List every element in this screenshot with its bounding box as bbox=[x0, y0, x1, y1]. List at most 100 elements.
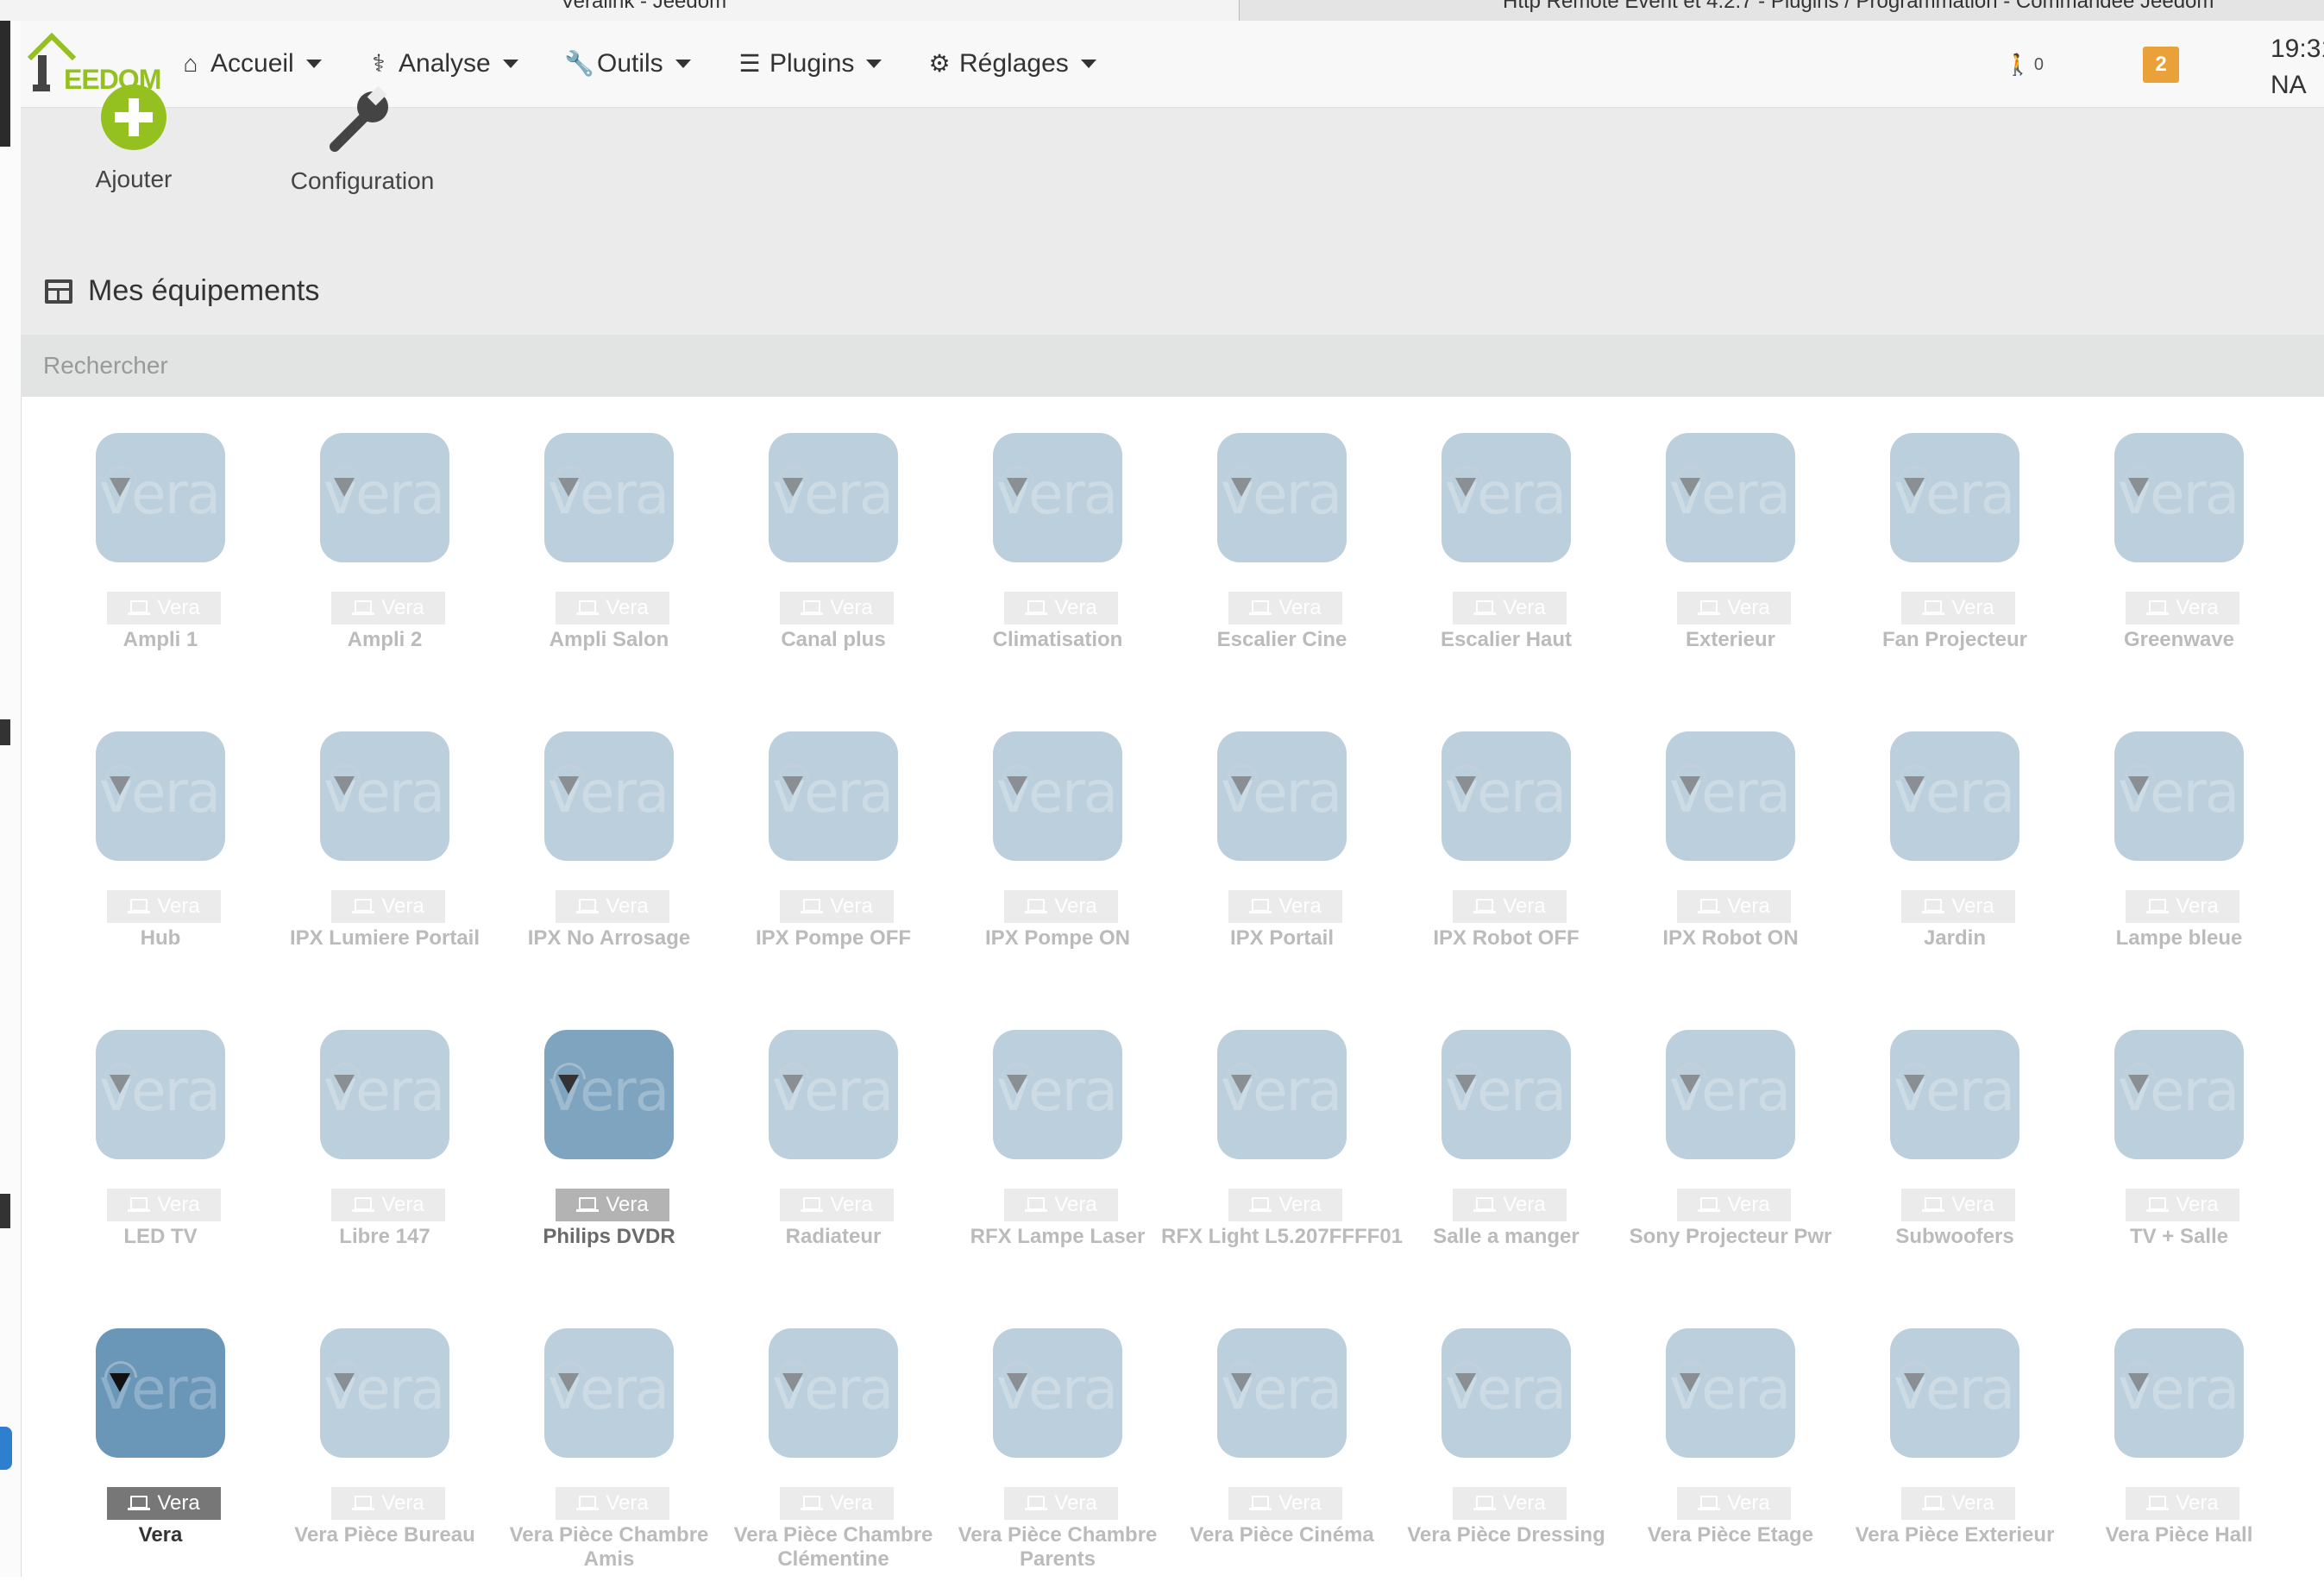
equipment-card[interactable]: vera Vera TV + Salle bbox=[2053, 1011, 2269, 1296]
laptop-icon bbox=[1473, 600, 1497, 616]
equipment-card[interactable]: vera Vera Ampli 2 bbox=[259, 414, 474, 699]
equipment-card[interactable]: vera Vera IPX Pompe OFF bbox=[707, 712, 923, 997]
equipment-card[interactable]: vera Vera IPX Portail bbox=[1156, 712, 1372, 997]
plugin-tag: Vera bbox=[107, 890, 221, 923]
equipment-card[interactable]: vera Vera Subwoofers bbox=[1829, 1011, 2044, 1296]
equipment-card[interactable]: vera Vera IPX Pompe ON bbox=[932, 712, 1147, 997]
equipment-card[interactable]: vera Vera Vera Pièce Exterieur bbox=[1829, 1309, 2054, 1594]
plugin-tag: Vera bbox=[331, 1487, 445, 1520]
vera-device-icon: vera bbox=[1217, 433, 1347, 562]
plugin-tag-label: Vera bbox=[2176, 596, 2219, 619]
equipment-card[interactable]: vera Vera RFX Light L5.207FFFF01 bbox=[1156, 1011, 1403, 1296]
nav-menu-analyse[interactable]: ⚕ Analyse bbox=[366, 47, 518, 81]
vera-device-icon: vera bbox=[993, 1328, 1122, 1458]
plugin-tag: Vera bbox=[780, 890, 894, 923]
triangle-down-icon bbox=[558, 1075, 579, 1094]
equipment-card[interactable]: vera Vera Philips DVDR bbox=[483, 1011, 699, 1296]
os-tab-title: Veralink - Jeedom bbox=[561, 0, 727, 13]
walking-person-icon: 🚶 bbox=[2005, 53, 2031, 77]
equipment-name: RFX Light L5.207FFFF01 bbox=[1160, 1225, 1404, 1248]
equipment-card[interactable]: vera Vera Vera Pièce Dressing bbox=[1380, 1309, 1605, 1594]
laptop-icon bbox=[2146, 1197, 2170, 1213]
plugin-tag: Vera bbox=[556, 1189, 669, 1221]
equipment-card[interactable]: vera Vera Salle a manger bbox=[1380, 1011, 1596, 1296]
os-tab-strip: Veralink - Jeedom Http Remote Event et 4… bbox=[0, 0, 2324, 22]
triangle-down-icon bbox=[1455, 1373, 1476, 1392]
running-actions-indicator[interactable]: 🚶 0 bbox=[2005, 55, 2044, 76]
equipment-card[interactable]: vera Vera Vera bbox=[35, 1309, 250, 1594]
triangle-down-icon bbox=[2128, 1373, 2149, 1392]
equipment-card[interactable]: vera Vera Vera Pièce Chambre Parents bbox=[932, 1309, 1157, 1594]
equipment-card[interactable]: vera Vera Fan Projecteur bbox=[1829, 414, 2044, 699]
laptop-icon bbox=[2146, 1496, 2170, 1511]
equipment-name: Lampe bleue bbox=[2115, 926, 2243, 950]
plugin-tag: Vera bbox=[1004, 890, 1118, 923]
search-input[interactable] bbox=[21, 335, 2324, 397]
equipment-card[interactable]: vera Vera Lampe bleue bbox=[2053, 712, 2269, 997]
nav-menu-plugins[interactable]: ☰ Plugins bbox=[737, 47, 882, 81]
nav-menu-reglages[interactable]: ⚙ Réglages bbox=[926, 47, 1096, 81]
plugin-tag-label: Vera bbox=[2176, 1193, 2219, 1216]
equipment-card[interactable]: vera Vera IPX Lumiere Portail bbox=[259, 712, 480, 997]
equipment-card[interactable]: vera Vera Climatisation bbox=[932, 414, 1147, 699]
equipment-card[interactable]: vera Vera Vera Pièce Hall bbox=[2053, 1309, 2269, 1594]
vera-device-icon: vera bbox=[1442, 433, 1571, 562]
equipment-card[interactable]: vera Vera Vera Pièce Etage bbox=[1605, 1309, 1820, 1594]
triangle-down-icon bbox=[1904, 1373, 1925, 1392]
laptop-icon bbox=[1025, 1197, 1048, 1213]
laptop-icon bbox=[352, 1496, 375, 1511]
clock-sub: NA bbox=[2271, 71, 2307, 99]
equipment-card[interactable]: vera Vera Vera Pièce Bureau bbox=[259, 1309, 475, 1594]
equipment-card[interactable]: vera Vera Radiateur bbox=[707, 1011, 923, 1296]
triangle-down-icon bbox=[1455, 776, 1476, 795]
equipment-card[interactable]: vera Vera Hub bbox=[35, 712, 250, 997]
plugin-tag: Vera bbox=[1004, 1189, 1118, 1221]
nav-label: Accueil bbox=[210, 49, 294, 78]
equipment-card[interactable]: vera Vera Ampli Salon bbox=[483, 414, 699, 699]
equipment-card[interactable]: vera Vera Escalier Cine bbox=[1156, 414, 1372, 699]
equipment-card[interactable]: vera Vera Exterieur bbox=[1605, 414, 1820, 699]
plugin-tag-label: Vera bbox=[1727, 894, 1770, 918]
equipment-card[interactable]: vera Vera Greenwave bbox=[2053, 414, 2269, 699]
nav-menu-accueil[interactable]: ⌂ Accueil bbox=[178, 47, 322, 81]
triangle-down-icon bbox=[782, 1373, 803, 1392]
equipment-card[interactable]: vera Vera Vera Pièce Chambre Clémentine bbox=[707, 1309, 933, 1594]
triangle-down-icon bbox=[1680, 776, 1700, 795]
equipment-card[interactable]: vera Vera Libre 147 bbox=[259, 1011, 474, 1296]
equipment-grid: vera Vera Ampli 1 vera Vera Ampli 2 vera Vera Am… bbox=[35, 414, 2295, 1577]
equipment-card[interactable]: vera Vera IPX Robot ON bbox=[1605, 712, 1820, 997]
plugin-tag-label: Vera bbox=[1278, 894, 1322, 918]
equipment-card[interactable]: vera Vera Sony Projecteur Pwr bbox=[1605, 1011, 1831, 1296]
plugin-tag-label: Vera bbox=[830, 894, 873, 918]
plugin-tag: Vera bbox=[107, 1189, 221, 1221]
laptop-icon bbox=[576, 1496, 600, 1511]
equipment-card[interactable]: vera Vera Canal plus bbox=[707, 414, 923, 699]
laptop-icon bbox=[128, 600, 151, 616]
add-equipment-button[interactable]: Ajouter bbox=[86, 85, 181, 193]
laptop-icon bbox=[1473, 1496, 1497, 1511]
equipment-card[interactable]: vera Vera Ampli 1 bbox=[35, 414, 250, 699]
vera-device-icon: vera bbox=[96, 731, 225, 861]
plugin-tag: Vera bbox=[1228, 592, 1342, 624]
equipment-card[interactable]: vera Vera Vera Pièce Chambre Amis bbox=[483, 1309, 708, 1594]
equipment-card[interactable]: vera Vera IPX Robot OFF bbox=[1380, 712, 1596, 997]
equipment-card[interactable]: vera Vera Escalier Haut bbox=[1380, 414, 1596, 699]
plugin-tag-label: Vera bbox=[1951, 894, 1994, 918]
equipment-card[interactable]: vera Vera RFX Lampe Laser bbox=[932, 1011, 1147, 1296]
message-count-badge[interactable]: 2 bbox=[2143, 47, 2179, 83]
plugin-tag-label: Vera bbox=[381, 1491, 424, 1515]
triangle-down-icon bbox=[1231, 1075, 1252, 1094]
plugin-tag-label: Vera bbox=[1503, 596, 1546, 619]
os-tab-http-remote-event[interactable]: Http Remote Event et 4.2.7 - Plugins / P… bbox=[1240, 0, 2324, 21]
wrench-icon bbox=[330, 86, 388, 152]
equipment-card[interactable]: vera Vera IPX No Arrosage bbox=[483, 712, 699, 997]
equipment-card[interactable]: vera Vera Vera Pièce Cinéma bbox=[1156, 1309, 1374, 1594]
equipment-card[interactable]: vera Vera Jardin bbox=[1829, 712, 2044, 997]
os-tab-veralink[interactable]: Veralink - Jeedom bbox=[0, 0, 1240, 21]
plugin-configuration-button[interactable]: Configuration bbox=[276, 86, 449, 195]
equipment-name: Fan Projecteur bbox=[1881, 628, 2028, 651]
plugin-tag-label: Vera bbox=[1503, 894, 1546, 918]
plugin-tag: Vera bbox=[780, 1189, 894, 1221]
equipment-card[interactable]: vera Vera LED TV bbox=[35, 1011, 250, 1296]
nav-menu-outils[interactable]: 🔧 Outils bbox=[564, 47, 691, 81]
